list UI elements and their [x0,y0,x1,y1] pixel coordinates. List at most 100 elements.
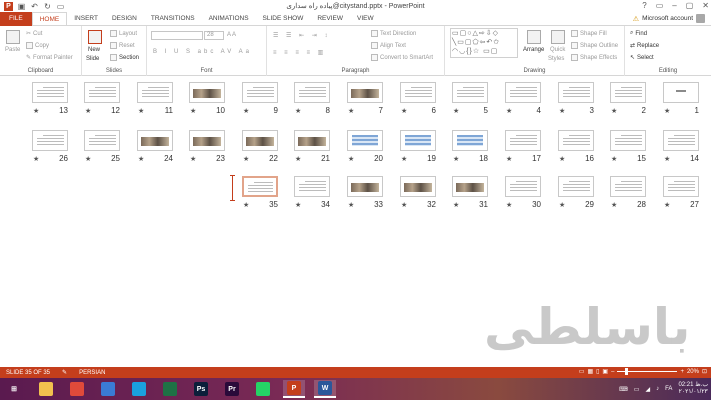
slide-thumbnail[interactable] [400,176,436,197]
slide-thumbnail[interactable] [347,130,383,151]
convert-smartart-button[interactable]: Convert to SmartArt [371,54,433,61]
slide-thumbnail[interactable] [505,82,541,103]
quick-styles-button[interactable]: Quick [550,47,565,53]
slide-thumbnail[interactable] [189,82,225,103]
file-explorer-icon[interactable] [35,380,57,398]
photoshop-icon[interactable]: Ps [190,380,212,398]
shape-outline-button[interactable]: Shape Outline [571,42,618,49]
slide-transition-icon[interactable]: ★ [295,155,301,163]
find-button[interactable]: ⌕ Find [630,30,647,37]
battery-icon[interactable]: ▭ [634,386,640,393]
shapes-gallery[interactable]: ▭▢○△⇨⇩◇ ╲▭▢⬠⇦↶✩ ◠◡{}☆ ▭▢ [450,28,518,58]
slide-thumbnail[interactable] [452,176,488,197]
slide-transition-icon[interactable]: ★ [664,201,670,209]
zoom-in-button[interactable]: + [680,369,684,375]
slide-thumbnail[interactable] [294,82,330,103]
slide-thumbnail[interactable] [32,130,68,151]
redo-icon[interactable]: ↻ [43,2,52,11]
slide-thumbnail[interactable] [610,82,646,103]
slide-transition-icon[interactable]: ★ [85,155,91,163]
slide-transition-icon[interactable]: ★ [190,155,196,163]
shape-effects-button[interactable]: Shape Effects [571,54,617,61]
layout-button[interactable]: Layout [110,30,137,37]
tab-home[interactable]: HOME [31,11,68,27]
slide-transition-icon[interactable]: ★ [506,201,512,209]
slide-thumbnail[interactable] [610,176,646,197]
slide-transition-icon[interactable]: ★ [85,107,91,115]
slide-transition-icon[interactable]: ★ [348,201,354,209]
slide-thumbnail[interactable] [137,130,173,151]
slide-thumbnail[interactable] [663,176,699,197]
slide-transition-icon[interactable]: ★ [190,107,196,115]
slide-transition-icon[interactable]: ★ [453,155,459,163]
font-style-buttons[interactable]: B I U S abc AV Aa [153,49,252,55]
slide-transition-icon[interactable]: ★ [559,201,565,209]
slide-thumbnail[interactable] [400,130,436,151]
slide-thumbnail[interactable] [347,82,383,103]
app-icon[interactable] [97,380,119,398]
section-button[interactable]: Section [110,54,139,61]
slide-thumbnail[interactable] [505,176,541,197]
new-slide-button-label2[interactable]: Slide [86,56,99,62]
view-slideshow-icon[interactable]: ▣ [602,368,608,375]
slide-transition-icon[interactable]: ★ [506,107,512,115]
slide-transition-icon[interactable]: ★ [243,201,249,209]
tab-animations[interactable]: ANIMATIONS [202,12,256,26]
slide-transition-icon[interactable]: ★ [611,155,617,163]
ribbon-display-button[interactable]: ▭ [656,1,664,10]
slide-thumbnail[interactable] [137,82,173,103]
slide-transition-icon[interactable]: ★ [401,201,407,209]
present-icon[interactable]: ▭ [56,2,65,11]
volume-icon[interactable]: ♪ [656,386,659,392]
copy-button[interactable]: Copy [26,42,49,49]
slide-thumbnail[interactable] [558,82,594,103]
slide-thumbnail[interactable] [452,130,488,151]
tab-transitions[interactable]: TRANSITIONS [144,12,202,26]
notes-icon[interactable]: ✎ [56,369,73,376]
slide-thumbnail[interactable] [294,176,330,197]
close-button[interactable]: ✕ [702,1,709,10]
clock[interactable]: 02:21 ب.ظ ۲۰۲۱/۰۱/۲۳ [678,382,708,396]
slide-thumbnail[interactable] [400,82,436,103]
tab-insert[interactable]: INSERT [67,12,105,26]
arrange-button[interactable]: Arrange [523,47,544,53]
slide-thumbnail[interactable] [558,130,594,151]
undo-icon[interactable]: ↶ [30,2,39,11]
language-indicator-fa[interactable]: FA [665,386,672,392]
word-icon[interactable]: W [314,380,336,398]
slide-transition-icon[interactable]: ★ [401,107,407,115]
slide-thumbnail[interactable] [84,130,120,151]
start-button[interactable]: ⊞ [2,380,26,398]
save-icon[interactable]: ▣ [17,2,26,11]
slide-transition-icon[interactable]: ★ [611,107,617,115]
zoom-out-button[interactable]: – [611,369,614,375]
tab-slide-show[interactable]: SLIDE SHOW [256,12,311,26]
slide-thumbnail[interactable] [347,176,383,197]
font-family-select[interactable] [151,31,203,40]
slide-transition-icon[interactable]: ★ [348,155,354,163]
new-slide-button[interactable]: New [88,47,100,53]
align-buttons[interactable]: ≡ ≡ ≡ ≡ ▥ [273,49,326,56]
reset-button[interactable]: Reset [110,42,135,49]
text-direction-button[interactable]: Text Direction [371,30,416,37]
slide-thumbnail[interactable] [294,130,330,151]
slide-thumbnail[interactable] [32,82,68,103]
cut-button[interactable]: ✂ Cut [26,30,42,38]
slide-thumbnail[interactable] [242,176,278,197]
slide-thumbnail[interactable] [242,82,278,103]
help-button[interactable]: ? [642,1,646,10]
tab-review[interactable]: REVIEW [310,12,350,26]
paste-button[interactable]: Paste [5,47,20,53]
slide-transition-icon[interactable]: ★ [295,201,301,209]
slide-thumbnail[interactable] [242,130,278,151]
slide-thumbnail[interactable] [610,130,646,151]
whatsapp-icon[interactable] [252,380,274,398]
slide-thumbnail[interactable] [452,82,488,103]
slide-transition-icon[interactable]: ★ [506,155,512,163]
view-normal-icon[interactable]: ▭ [579,368,585,375]
chrome-icon[interactable] [66,380,88,398]
tab-view[interactable]: VIEW [350,12,381,26]
slide-thumbnail[interactable] [558,176,594,197]
excel-icon[interactable] [159,380,181,398]
font-size-select[interactable]: 28 [204,31,224,40]
